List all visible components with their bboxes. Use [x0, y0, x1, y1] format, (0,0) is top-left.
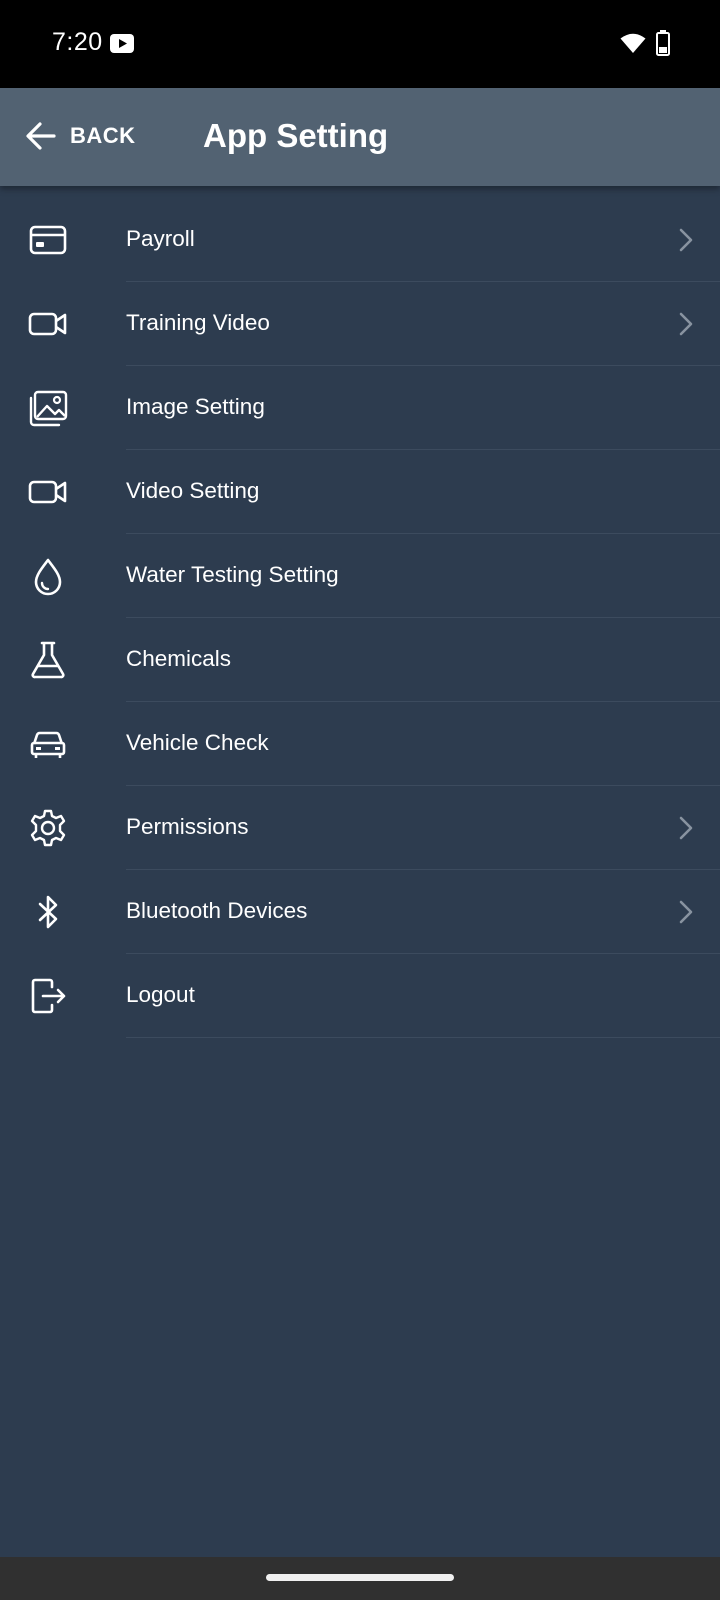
arrow-left-icon [26, 122, 56, 150]
menu-item-label: Vehicle Check [126, 730, 269, 755]
flask-icon [28, 640, 68, 680]
chevron-right-icon [679, 816, 693, 840]
menu-item-permissions[interactable]: Permissions [0, 786, 720, 870]
menu-item-image-setting[interactable]: Image Setting [0, 366, 720, 450]
youtube-icon [110, 34, 134, 53]
card-icon [28, 220, 68, 260]
chevron-right-icon [679, 312, 693, 336]
bluetooth-icon [28, 892, 68, 932]
menu-item-label: Training Video [126, 310, 270, 335]
app-bar: BACK App Setting [0, 88, 720, 186]
status-bar: 7:20 [0, 0, 720, 88]
water-drop-icon [28, 556, 68, 596]
menu-item-training-video[interactable]: Training Video [0, 282, 720, 366]
menu-item-label: Water Testing Setting [126, 562, 339, 587]
menu-item-payroll[interactable]: Payroll [0, 198, 720, 282]
car-icon [28, 724, 68, 764]
gear-icon [28, 808, 68, 848]
page-title: App Setting [203, 117, 389, 154]
back-button[interactable]: BACK [24, 108, 136, 164]
menu-item-logout[interactable]: Logout [0, 954, 720, 1038]
menu-item-label: Video Setting [126, 478, 260, 503]
menu-item-label: Chemicals [126, 646, 232, 671]
status-time: 7:20 [52, 28, 103, 56]
image-icon [28, 388, 68, 428]
menu-item-video-setting[interactable]: Video Setting [0, 450, 720, 534]
battery-icon [656, 30, 670, 56]
chevron-right-icon [679, 228, 693, 252]
home-gesture-handle[interactable] [266, 1574, 454, 1581]
menu-item-vehicle-check[interactable]: Vehicle Check [0, 702, 720, 786]
video-camera-icon [28, 472, 68, 512]
wifi-icon [620, 33, 646, 53]
back-label: BACK [70, 123, 136, 148]
menu-item-water-testing-setting[interactable]: Water Testing Setting [0, 534, 720, 618]
chevron-right-icon [679, 900, 693, 924]
menu-item-label: Bluetooth Devices [126, 898, 308, 923]
settings-menu: Payroll Training Video Image Setting Vid… [0, 198, 720, 1038]
divider [126, 1037, 720, 1038]
logout-icon [28, 976, 68, 1016]
menu-item-label: Image Setting [126, 394, 265, 419]
video-camera-icon [28, 304, 68, 344]
menu-item-label: Payroll [126, 226, 195, 251]
menu-item-chemicals[interactable]: Chemicals [0, 618, 720, 702]
menu-item-label: Permissions [126, 814, 249, 839]
menu-item-label: Logout [126, 982, 195, 1007]
menu-item-bluetooth-devices[interactable]: Bluetooth Devices [0, 870, 720, 954]
